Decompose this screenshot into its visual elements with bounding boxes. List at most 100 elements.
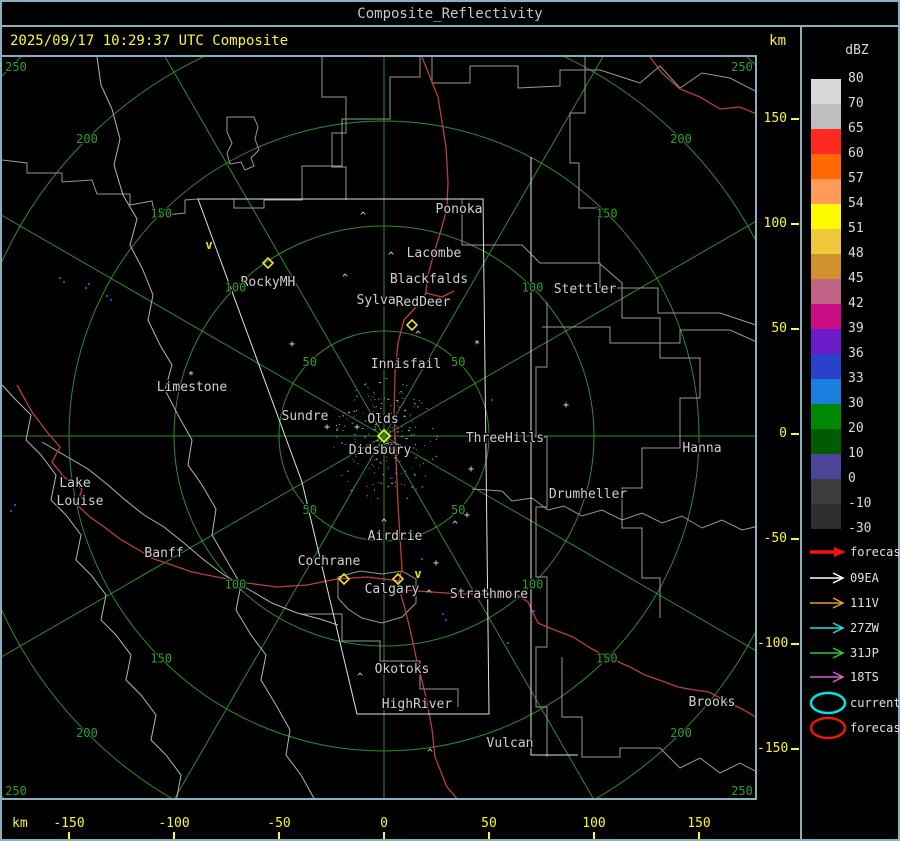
clutter-dot <box>411 466 413 468</box>
town-marker-glyph: ^ <box>427 748 433 759</box>
legend-arrow-label: 27ZW <box>850 621 880 635</box>
clutter-dot <box>339 424 340 426</box>
town-marker-glyph: ^ <box>357 672 363 683</box>
right-axis-tick <box>791 538 799 540</box>
legend-ellipse-label: current <box>850 696 900 710</box>
ring-distance-label: 250 <box>731 60 753 74</box>
clutter-dot <box>380 482 383 484</box>
clutter-dot <box>374 394 375 396</box>
bottom-axis-tick-label: -150 <box>53 816 85 831</box>
colorbar-swatch <box>811 204 841 229</box>
bottom-axis-tick <box>173 832 175 839</box>
clutter-dot <box>338 416 340 418</box>
clutter-dot <box>364 435 366 437</box>
echo-speck <box>421 558 423 560</box>
clutter-dot <box>396 400 399 401</box>
place-label: Blackfalds <box>390 272 468 287</box>
clutter-dot <box>436 436 438 438</box>
clutter-dot <box>395 481 396 483</box>
bottom-axis-tick-label: -100 <box>158 816 190 831</box>
bottom-axis-tick-label: -50 <box>267 816 291 831</box>
clutter-dot <box>352 458 354 460</box>
map-canvas[interactable]: Ponoka Lacombe Blackfalds Sylvan RedDeer Rock… <box>0 55 757 800</box>
ring-distance-label: 200 <box>76 726 98 740</box>
ring-distance-label: 150 <box>150 206 172 220</box>
clutter-dot <box>346 470 349 472</box>
storm-ellipse-icon <box>809 691 847 715</box>
legend-ellipse-label: forecast <box>850 721 900 735</box>
aircraft-vee-marker[interactable]: v <box>205 238 212 252</box>
radar-map-svg[interactable]: PonokaLacombeBlackfaldsSylvanRedDeerRock… <box>2 57 755 798</box>
ring-distance-label: 50 <box>451 355 465 369</box>
clutter-dot <box>411 421 414 423</box>
place-label: Brooks <box>689 695 736 710</box>
clutter-dot <box>400 436 403 437</box>
clutter-dot <box>379 407 382 409</box>
clutter-dot <box>405 438 408 440</box>
echo-speck <box>533 610 535 612</box>
place-label: Vulcan <box>487 736 534 751</box>
clutter-dot <box>417 451 419 453</box>
colorbar-swatch <box>811 404 841 429</box>
ring-distance-label: 200 <box>670 726 692 740</box>
clutter-dot <box>391 482 394 484</box>
colorbar-value-label: 54 <box>848 196 864 211</box>
clutter-dot <box>386 460 388 462</box>
right-axis-tick-label: -50 <box>763 531 787 546</box>
clutter-dot <box>374 472 376 474</box>
boundary-line <box>198 57 421 209</box>
ring-distance-label: 50 <box>303 503 317 517</box>
ring-distance-label: 200 <box>670 132 692 146</box>
bottom-axis-tick <box>698 832 700 839</box>
ring-distance-label: 250 <box>731 784 753 798</box>
clutter-dot <box>395 468 397 470</box>
clutter-dot <box>403 484 405 486</box>
colorbar-value-label: 20 <box>848 421 864 436</box>
ring-distance-label: 50 <box>451 503 465 517</box>
colorbar-value-label: 0 <box>848 471 856 486</box>
ring-distance-label: 100 <box>225 577 247 591</box>
clutter-dot <box>387 398 390 400</box>
echo-speck <box>491 399 493 401</box>
bottom-axis-tick-label: 100 <box>582 816 606 831</box>
aircraft-vee-marker[interactable]: v <box>414 567 421 581</box>
clutter-dot <box>372 405 374 407</box>
town-marker-glyph: + <box>563 400 569 411</box>
legend-arrow-item: 111V <box>810 596 879 610</box>
clutter-dot <box>337 427 339 429</box>
clutter-dot <box>424 412 426 414</box>
clutter-dot <box>394 485 396 487</box>
clutter-dot <box>364 384 366 386</box>
clutter-dot <box>356 410 357 412</box>
colorbar-swatch <box>811 429 841 454</box>
clutter-dot <box>367 386 369 388</box>
colorbar-value-label: 48 <box>848 246 864 261</box>
right-axis-tick-label: -150 <box>757 741 789 756</box>
clutter-dot <box>364 437 366 439</box>
legend-arrow-item: 18TS <box>810 670 879 684</box>
town-marker-glyph: * <box>188 370 194 381</box>
aircraft-diamond-marker[interactable] <box>405 318 419 332</box>
clutter-dot <box>382 474 384 476</box>
echo-speck <box>106 295 108 297</box>
bottom-axis-tick-label: 0 <box>380 816 388 831</box>
colorbar-swatch <box>811 379 841 404</box>
clutter-dot <box>381 403 383 404</box>
town-marker-glyph: + <box>468 464 474 475</box>
clutter-dot <box>388 486 390 488</box>
clutter-dot <box>366 393 368 395</box>
clutter-dot <box>342 415 345 417</box>
clutter-dot <box>353 486 354 488</box>
timestamp-label: 2025/09/17 10:29:37 UTC Composite <box>10 33 289 49</box>
clutter-dot <box>366 485 368 487</box>
clutter-dot <box>372 396 374 398</box>
legend-arrow-label: 18TS <box>850 670 879 684</box>
clutter-dot <box>371 500 372 502</box>
clutter-dot <box>340 474 343 476</box>
clutter-dot <box>379 462 382 464</box>
boundary-line <box>569 57 600 263</box>
radar-display-app: Composite_Reflectivity 2025/09/17 10:29:… <box>0 0 900 841</box>
clutter-dot <box>422 463 424 464</box>
clutter-dot <box>414 474 416 476</box>
clutter-dot <box>388 430 391 432</box>
